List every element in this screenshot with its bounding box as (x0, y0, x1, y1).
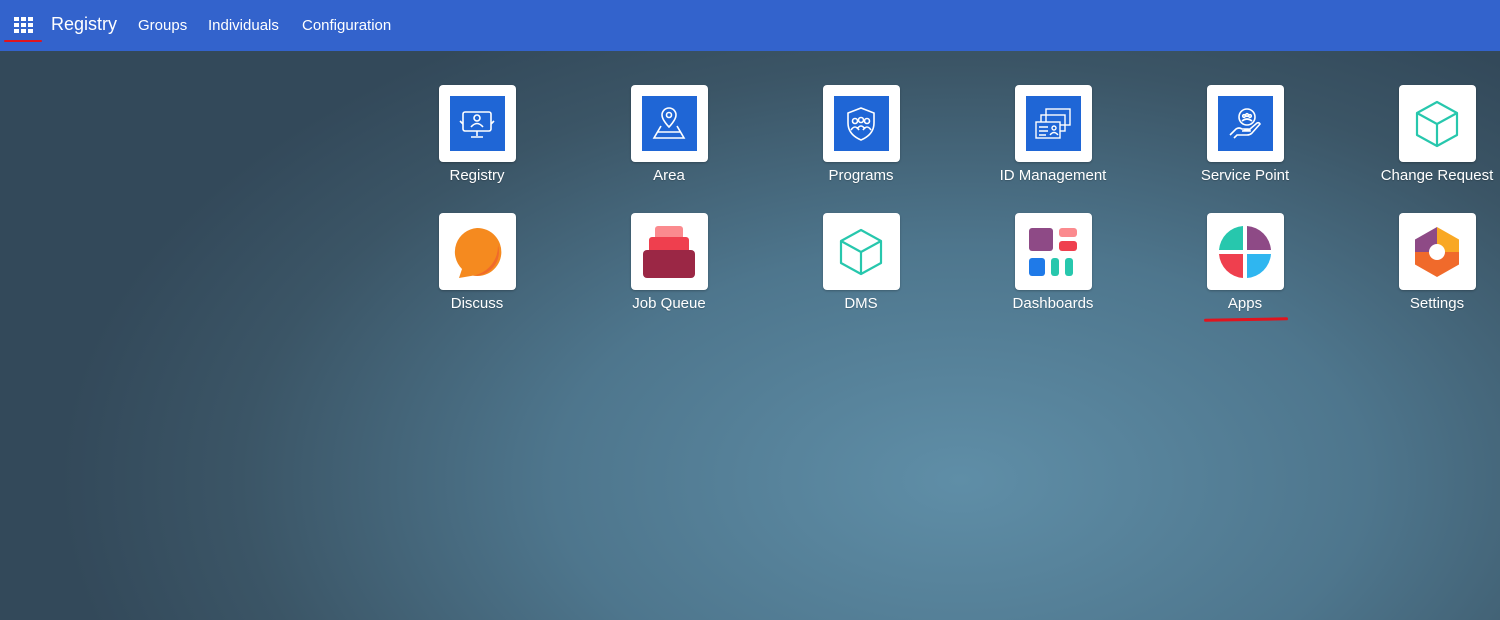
app-icon-box (1206, 213, 1284, 290)
menu-groups[interactable]: Groups (138, 17, 187, 34)
app-icon-box (1014, 213, 1092, 290)
dms-cube-icon (839, 228, 883, 275)
change-request-cube-icon (1415, 100, 1459, 147)
app-tile-job-queue[interactable]: Job Queue (589, 213, 749, 312)
app-label: ID Management (999, 167, 1107, 184)
app-icon-box (822, 85, 900, 162)
apps-menu-toggle[interactable] (4, 9, 42, 41)
app-tile-dashboards[interactable]: Dashboards (973, 213, 1133, 312)
app-tile-settings[interactable]: Settings (1357, 213, 1500, 312)
app-label: Apps (1227, 295, 1263, 312)
job-queue-stack-icon (643, 225, 695, 278)
app-brand-registry[interactable]: Registry (51, 14, 117, 35)
app-label: Dashboards (1012, 295, 1094, 312)
settings-hexagon-icon (1415, 226, 1459, 277)
app-label: Programs (828, 167, 894, 184)
discuss-bubble-icon (454, 227, 502, 278)
app-icon-box (438, 213, 516, 290)
area-map-pin-icon (641, 96, 697, 151)
registry-monitor-icon (449, 96, 505, 151)
menu-individuals[interactable]: Individuals (208, 17, 279, 34)
annotation-underline (4, 40, 42, 42)
app-label: Discuss (450, 295, 504, 312)
app-tile-apps[interactable]: Apps (1165, 213, 1325, 312)
dashboards-icon (1029, 227, 1077, 276)
app-label: Change Request (1380, 167, 1494, 184)
app-icon-box (1206, 85, 1284, 162)
app-label: Job Queue (632, 295, 706, 312)
app-icon-box (630, 213, 708, 290)
app-label: Settings (1409, 295, 1465, 312)
app-label: Service Point (1200, 167, 1290, 184)
app-tile-service-point[interactable]: Service Point (1165, 85, 1325, 184)
apps-quadrant-icon (1219, 225, 1271, 278)
id-cards-icon (1025, 96, 1081, 151)
app-label: Registry (449, 167, 505, 184)
app-tile-dms[interactable]: DMS (781, 213, 941, 312)
app-icon-box (822, 213, 900, 290)
app-tile-change-request[interactable]: Change Request (1357, 85, 1500, 184)
app-tile-id-management[interactable]: ID Management (973, 85, 1133, 184)
app-label: Area (653, 167, 685, 184)
top-navbar: Registry Groups Individuals Configuratio… (0, 0, 1500, 51)
menu-configuration[interactable]: Configuration (302, 17, 391, 34)
app-icon-box (1398, 213, 1476, 290)
annotation-underline (1203, 317, 1289, 322)
app-icon-box (1398, 85, 1476, 162)
app-icon-box (1014, 85, 1092, 162)
app-icon-box (630, 85, 708, 162)
apps-grid-icon (13, 17, 33, 33)
app-tile-area[interactable]: Area (589, 85, 749, 184)
service-hand-icon (1217, 96, 1273, 151)
app-tile-discuss[interactable]: Discuss (397, 213, 557, 312)
app-tile-programs[interactable]: Programs (781, 85, 941, 184)
programs-shield-icon (833, 96, 889, 151)
app-label: DMS (844, 295, 878, 312)
app-icon-box (438, 85, 516, 162)
app-tile-registry[interactable]: Registry (397, 85, 557, 184)
